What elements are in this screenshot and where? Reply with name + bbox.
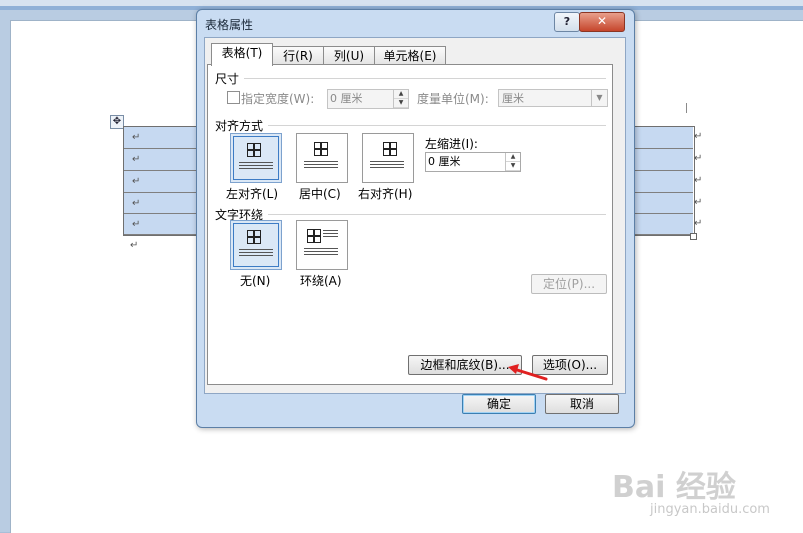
paragraph-mark-icon: ↵ (694, 131, 703, 142)
table-cell[interactable] (634, 149, 693, 171)
preferred-width-checkbox[interactable] (227, 91, 240, 104)
table-grid-icon (307, 229, 321, 243)
text-lines-icon (239, 162, 273, 171)
paragraph-mark-icon: ↵ (132, 154, 141, 165)
text-lines-icon (304, 161, 338, 170)
align-right-option[interactable] (362, 133, 414, 183)
size-section-divider (244, 78, 606, 79)
text-wrapping-section-divider (268, 214, 606, 215)
dialog-title: 表格属性 (205, 18, 254, 32)
table-properties-dialog: 表格属性 ? ✕ 表格(T) 行(R) 列(U) 单元格(E) 尺寸 指定宽度(… (196, 9, 635, 428)
spin-down-icon[interactable]: ▼ (394, 99, 408, 108)
margin-guide (686, 103, 687, 113)
tab-table[interactable]: 表格(T) (211, 43, 273, 66)
align-center-option[interactable] (296, 133, 348, 183)
positioning-button[interactable]: 定位(P)... (531, 274, 607, 294)
tab-row[interactable]: 行(R) (272, 46, 324, 65)
wrap-none-option[interactable] (230, 220, 282, 270)
table-grid-icon (247, 143, 261, 157)
table-cell[interactable] (634, 193, 693, 214)
table-cell[interactable] (634, 214, 693, 235)
text-lines-icon (304, 248, 338, 257)
cancel-button[interactable]: 取消 (545, 394, 619, 414)
measure-unit-label: 度量单位(M): (417, 92, 489, 106)
align-center-label: 居中(C) (299, 187, 341, 201)
chevron-down-icon[interactable]: ▼ (591, 90, 607, 106)
paragraph-mark-icon: ↵ (132, 198, 141, 209)
wrap-around-label: 环绕(A) (300, 274, 342, 288)
text-lines-icon (323, 230, 338, 239)
measure-unit-select[interactable]: 厘米 ▼ (498, 89, 608, 107)
paragraph-mark-icon: ↵ (694, 218, 703, 229)
paragraph-mark-icon: ↵ (694, 175, 703, 186)
paragraph-mark-icon: ↵ (132, 132, 141, 143)
watermark-logo: Bai 经验 (612, 470, 736, 505)
dialog-body: 表格(T) 行(R) 列(U) 单元格(E) 尺寸 指定宽度(W): ▲▼ 度量… (204, 37, 626, 394)
ok-button[interactable]: 确定 (462, 394, 536, 414)
table-cell[interactable] (634, 171, 693, 193)
help-button[interactable]: ? (554, 12, 580, 32)
alignment-section-label: 对齐方式 (215, 119, 264, 133)
preferred-width-stepper[interactable]: ▲▼ (327, 89, 409, 109)
watermark-url: jingyan.baidu.com (650, 502, 770, 517)
close-button[interactable]: ✕ (579, 12, 625, 32)
paragraph-mark-icon: ↵ (694, 153, 703, 164)
table-grid-icon (383, 142, 397, 156)
table-move-handle-icon[interactable]: ✥ (110, 115, 124, 129)
text-lines-icon (239, 249, 273, 258)
spin-up-icon[interactable]: ▲ (394, 90, 408, 99)
tab-cell[interactable]: 单元格(E) (374, 46, 446, 65)
spin-up-icon[interactable]: ▲ (506, 153, 520, 162)
tab-column[interactable]: 列(U) (323, 46, 375, 65)
preferred-width-input[interactable] (330, 91, 390, 105)
table-tab-panel: 尺寸 指定宽度(W): ▲▼ 度量单位(M): 厘米 ▼ 对齐方式 左对齐( (207, 64, 613, 385)
wrap-none-label: 无(N) (240, 274, 271, 288)
text-lines-icon (370, 161, 404, 170)
paragraph-mark-icon: ↵ (130, 240, 139, 251)
table-cell[interactable] (634, 127, 693, 149)
table-resize-handle[interactable] (690, 233, 697, 240)
measure-unit-value: 厘米 (502, 92, 524, 105)
align-left-option[interactable] (230, 133, 282, 183)
paragraph-mark-icon: ↵ (132, 219, 141, 230)
size-section-label: 尺寸 (215, 72, 240, 86)
table-grid-icon (314, 142, 328, 156)
borders-and-shading-button[interactable]: 边框和底纹(B)... (408, 355, 522, 375)
paragraph-mark-icon: ↵ (132, 176, 141, 187)
table-grid-icon (247, 230, 261, 244)
preferred-width-label: 指定宽度(W): (241, 92, 315, 106)
wrap-around-option[interactable] (296, 220, 348, 270)
alignment-section-divider (268, 125, 606, 126)
annotation-arrow-icon (508, 364, 548, 381)
left-indent-input[interactable] (428, 154, 488, 168)
align-right-label: 右对齐(H) (358, 187, 413, 201)
align-left-label: 左对齐(L) (226, 187, 279, 201)
spin-down-icon[interactable]: ▼ (506, 162, 520, 171)
paragraph-mark-icon: ↵ (694, 197, 703, 208)
left-indent-stepper[interactable]: ▲▼ (425, 152, 521, 172)
left-indent-label: 左缩进(I): (425, 137, 478, 151)
